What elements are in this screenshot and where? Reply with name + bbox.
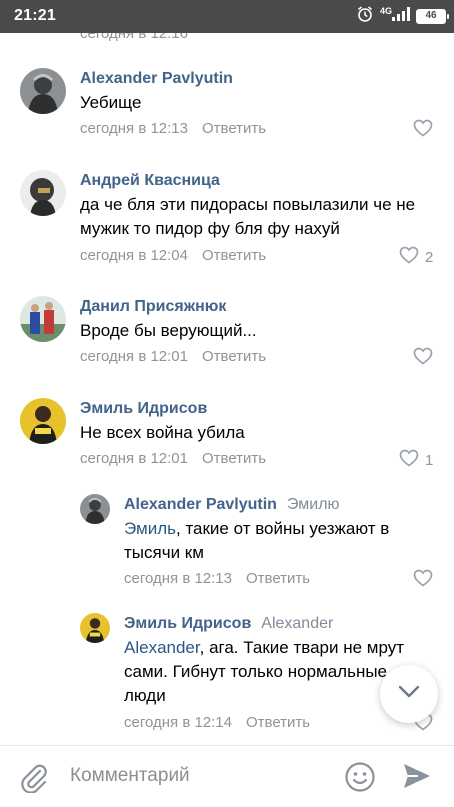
like-button[interactable] xyxy=(413,347,439,369)
like-button[interactable]: 2 xyxy=(399,246,433,268)
send-icon[interactable] xyxy=(402,762,432,795)
like-button[interactable]: 1 xyxy=(399,449,433,471)
comment-text: Вроде бы верующий... xyxy=(80,321,257,340)
like-button[interactable] xyxy=(413,119,439,141)
heart-icon xyxy=(399,449,419,471)
avatar[interactable] xyxy=(20,398,66,444)
comment-time: сегодня в 12:04 xyxy=(80,247,188,264)
alarm-clock-icon xyxy=(356,5,374,28)
comment-composer xyxy=(0,745,454,807)
comment-item: Андрей Квасница да че бля эти пидорасы п… xyxy=(0,170,454,290)
reply-author-name[interactable]: Alexander Pavlyutin xyxy=(124,496,277,513)
status-bar: 21:21 4G 46 xyxy=(0,0,454,33)
reply-item: Alexander Pavlyutin Эмилю Эмиль, такие от… xyxy=(0,492,454,602)
paperclip-icon[interactable] xyxy=(20,763,48,798)
battery-icon: 46 xyxy=(416,8,449,24)
status-icons: 4G 46 xyxy=(356,5,449,28)
reply-meta: сегодня в 12:14 Ответить xyxy=(124,714,310,731)
comment-time: сегодня в 12:01 xyxy=(80,450,188,467)
previous-item-fragment: сегодня в 12:16 xyxy=(80,33,188,42)
comment-author[interactable]: Андрей Квасница xyxy=(80,172,220,190)
like-count: 2 xyxy=(425,248,434,266)
comments-list[interactable]: сегодня в 12:16 Alexander Pavlyutin Уеби… xyxy=(0,33,454,745)
avatar[interactable] xyxy=(80,494,110,524)
reply-author: Эмиль Идрисов Alexander xyxy=(124,615,333,633)
comment-item: Alexander Pavlyutin Уебище сегодня в 12:… xyxy=(0,68,454,178)
reply-button[interactable]: Ответить xyxy=(202,348,266,365)
reply-button[interactable]: Ответить xyxy=(246,714,310,731)
reply-button[interactable]: Ответить xyxy=(202,450,266,467)
reply-time: сегодня в 12:14 xyxy=(124,714,232,731)
reply-author: Alexander Pavlyutin Эмилю xyxy=(124,496,340,514)
comment-time: сегодня в 12:13 xyxy=(80,120,188,137)
avatar[interactable] xyxy=(20,68,66,114)
comment-text: Уебище xyxy=(80,93,142,112)
status-time: 21:21 xyxy=(14,7,56,24)
comment-author[interactable]: Эмиль Идрисов xyxy=(80,400,207,418)
avatar[interactable] xyxy=(80,613,110,643)
mention-link[interactable]: Эмиль xyxy=(124,519,176,538)
reply-meta: сегодня в 12:13 Ответить xyxy=(124,570,310,587)
reply-button[interactable]: Ответить xyxy=(202,247,266,264)
like-count: 1 xyxy=(425,451,434,469)
comment-text: Не всех война убила xyxy=(80,423,245,442)
comment-time: сегодня в 12:01 xyxy=(80,348,188,365)
heart-icon xyxy=(413,569,433,591)
comment-text: да че бля эти пидорасы повылазили че не … xyxy=(80,195,416,238)
heart-icon xyxy=(399,246,419,268)
heart-icon xyxy=(413,119,433,141)
avatar[interactable] xyxy=(20,170,66,216)
comment-author[interactable]: Данил Присяжнюк xyxy=(80,298,226,316)
reply-button[interactable]: Ответить xyxy=(246,570,310,587)
reply-time: сегодня в 12:13 xyxy=(124,570,232,587)
reply-to-target[interactable]: Эмилю xyxy=(287,496,340,513)
avatar[interactable] xyxy=(20,296,66,342)
reply-to-target[interactable]: Alexander xyxy=(261,615,333,632)
comment-item: Эмиль Идрисов Не всех война убила сегодн… xyxy=(0,398,454,498)
comment-input[interactable] xyxy=(70,760,330,792)
heart-icon xyxy=(413,347,433,369)
comment-meta: сегодня в 12:13 Ответить xyxy=(80,120,266,137)
comment-item: Данил Присяжнюк Вроде бы верующий... сег… xyxy=(0,296,454,396)
like-button[interactable] xyxy=(413,569,439,591)
reply-text: Эмиль, такие от войны уезжают в тысячи к… xyxy=(124,517,429,565)
reply-button[interactable]: Ответить xyxy=(202,120,266,137)
smiley-icon[interactable] xyxy=(344,761,376,798)
mention-link[interactable]: Alexander xyxy=(124,638,200,657)
reply-author-name[interactable]: Эмиль Идрисов xyxy=(124,615,251,632)
comment-author[interactable]: Alexander Pavlyutin xyxy=(80,70,233,88)
comment-meta: сегодня в 12:04 Ответить xyxy=(80,247,266,264)
chevron-down-icon xyxy=(398,685,420,704)
signal-icon xyxy=(392,6,410,26)
network-type: 4G xyxy=(379,6,392,16)
scroll-down-button[interactable] xyxy=(380,665,438,723)
comment-meta: сегодня в 12:01 Ответить xyxy=(80,450,266,467)
comment-meta: сегодня в 12:01 Ответить xyxy=(80,348,266,365)
